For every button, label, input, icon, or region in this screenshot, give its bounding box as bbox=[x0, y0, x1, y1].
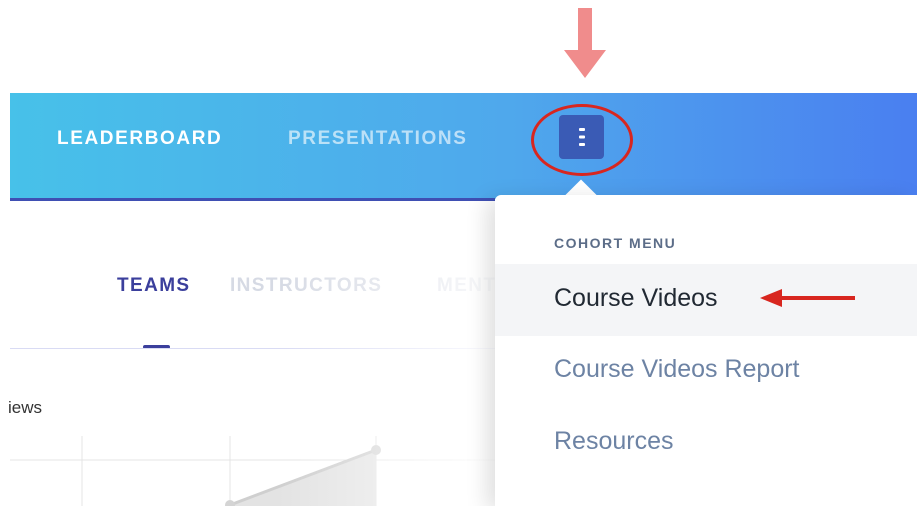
tab-divider bbox=[10, 348, 495, 349]
annotation-circle bbox=[531, 104, 633, 176]
chart-point bbox=[225, 500, 235, 506]
chart-title: iews bbox=[8, 398, 43, 417]
tab-mentors[interactable]: MENTORS bbox=[437, 275, 495, 297]
navbar-underline bbox=[10, 198, 495, 201]
nav-leaderboard[interactable]: LEADERBOARD bbox=[57, 128, 222, 150]
nav-presentations[interactable]: PRESENTATIONS bbox=[288, 128, 468, 150]
annotation-down-arrow-icon bbox=[564, 8, 606, 78]
annotation-left-arrow-icon bbox=[760, 289, 855, 307]
menu-item-resources[interactable]: Resources bbox=[554, 427, 674, 456]
menu-item-course-videos[interactable]: Course Videos bbox=[554, 284, 718, 313]
chart-point bbox=[371, 445, 381, 455]
tab-instructors[interactable]: INSTRUCTORS bbox=[230, 275, 382, 297]
menu-item-course-videos-report[interactable]: Course Videos Report bbox=[554, 355, 800, 384]
tab-teams[interactable]: TEAMS bbox=[117, 275, 191, 297]
dropdown-header: COHORT MENU bbox=[554, 235, 677, 251]
views-chart bbox=[10, 436, 495, 506]
